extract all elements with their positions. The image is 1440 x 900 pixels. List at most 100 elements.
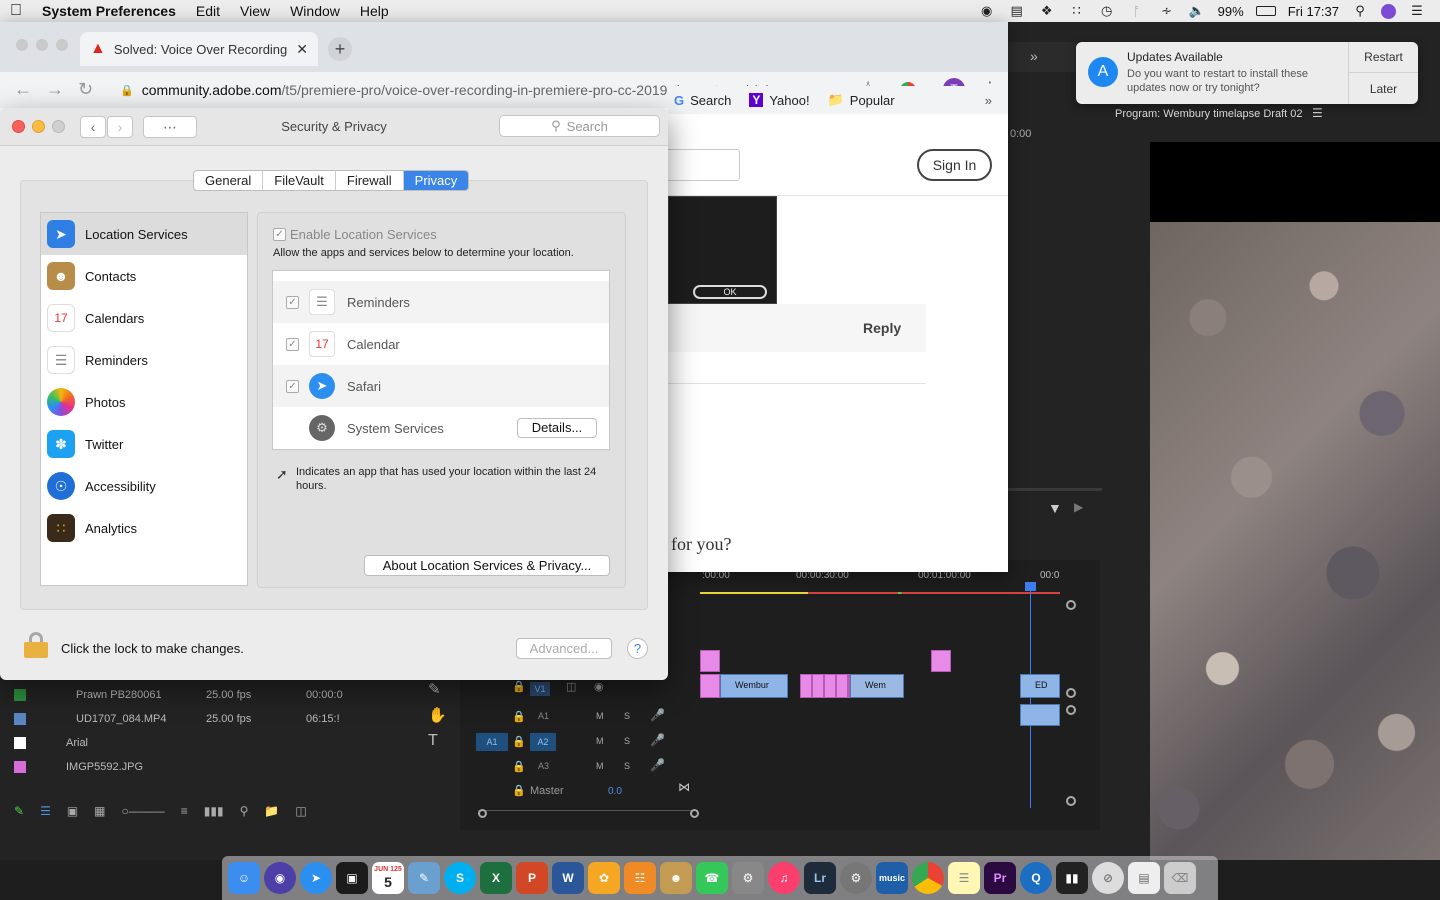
facetime-icon[interactable]: ☎ bbox=[696, 862, 728, 894]
tab-privacy[interactable]: Privacy bbox=[403, 171, 469, 190]
timeline-clip[interactable] bbox=[700, 674, 720, 698]
piano-icon[interactable]: ▮▮ bbox=[1056, 862, 1088, 894]
lock-icon[interactable]: 🔒 bbox=[512, 680, 526, 693]
project-item[interactable]: Arial bbox=[14, 732, 394, 754]
find-icon[interactable]: ⚲ bbox=[240, 804, 249, 824]
timeline-clip-wem[interactable]: Wem bbox=[850, 674, 904, 698]
timeline-zoom-bar[interactable] bbox=[478, 810, 698, 818]
scroll-handle[interactable] bbox=[1066, 796, 1076, 806]
timeline-clip-wembury[interactable]: Wembur bbox=[720, 674, 788, 698]
service-reminders[interactable]: ☰ Reminders bbox=[41, 339, 247, 381]
solo-a2[interactable]: S bbox=[624, 736, 630, 746]
mute-a2[interactable]: M bbox=[596, 736, 604, 746]
close-button[interactable] bbox=[16, 39, 28, 51]
app-checkbox[interactable]: ✓ bbox=[286, 337, 299, 351]
automate-icon[interactable]: ▮▮▮ bbox=[204, 804, 224, 824]
master-go-icon[interactable]: ⋈ bbox=[678, 780, 690, 794]
zoom-slider[interactable]: ○――― bbox=[122, 804, 165, 824]
app-row-calendar[interactable]: ✓ 17 Calendar bbox=[273, 323, 609, 365]
app-checkbox[interactable]: ✓ bbox=[286, 295, 299, 309]
app-row-system-services[interactable]: ⚙ System Services Details... bbox=[273, 407, 609, 449]
bookmark-yahoo[interactable]: Yahoo! bbox=[769, 93, 809, 108]
advanced-button[interactable]: Advanced... bbox=[516, 638, 612, 659]
new-item-icon[interactable]: ◫ bbox=[295, 804, 306, 824]
sort-icon[interactable]: ≡ bbox=[181, 804, 188, 824]
browser-tab[interactable]: ▲ Solved: Voice Over Recording I ✕ bbox=[80, 32, 318, 66]
lock-icon[interactable] bbox=[24, 632, 48, 658]
finder-icon[interactable]: ☺ bbox=[228, 862, 260, 894]
new-bin-icon[interactable]: 📁 bbox=[264, 804, 279, 824]
apple-icon[interactable]:  bbox=[0, 2, 32, 20]
spotlight-icon[interactable]: ⚲ bbox=[1351, 3, 1369, 18]
notification-center-icon[interactable]: ☰ bbox=[1408, 3, 1426, 18]
mic-icon[interactable]: 🎤 bbox=[650, 758, 665, 772]
timeline-clip-ed[interactable]: ED bbox=[1020, 674, 1060, 698]
filter-icon[interactable]: ▼ bbox=[1048, 500, 1062, 516]
bluetooth-icon[interactable]: ᚩ bbox=[1128, 4, 1146, 19]
bookmark-popular[interactable]: Popular bbox=[850, 93, 895, 108]
zoom-handle[interactable] bbox=[478, 809, 487, 818]
battery-icon[interactable] bbox=[1255, 6, 1276, 16]
menu-view[interactable]: View bbox=[230, 3, 280, 19]
tab-general[interactable]: General bbox=[194, 171, 264, 190]
siri-icon[interactable]: ◉ bbox=[264, 862, 296, 894]
track-a2[interactable]: A2 bbox=[530, 733, 556, 751]
grid-icon[interactable]: ∷ bbox=[1068, 3, 1086, 18]
forward-icon[interactable]: → bbox=[46, 79, 64, 100]
tab-close-icon[interactable]: ✕ bbox=[296, 41, 308, 58]
freeform-view-icon[interactable]: ▦ bbox=[94, 804, 105, 824]
program-menu-icon[interactable]: ☰ bbox=[1312, 106, 1323, 120]
solo-a3[interactable]: S bbox=[624, 761, 630, 771]
lock-icon[interactable]: 🔒 bbox=[512, 735, 526, 748]
back-icon[interactable]: ← bbox=[14, 79, 32, 100]
icon-view-icon[interactable]: ▣ bbox=[67, 804, 78, 824]
service-photos[interactable]: Photos bbox=[41, 381, 247, 423]
books-icon[interactable]: ☷ bbox=[624, 862, 656, 894]
lock-icon[interactable]: 🔒 bbox=[512, 710, 526, 723]
snap-icon[interactable]: ▶ bbox=[1074, 500, 1083, 514]
system-preferences-icon[interactable]: ⚙ bbox=[840, 862, 872, 894]
bookmark-search[interactable]: Search bbox=[690, 93, 731, 108]
solo-a1[interactable]: S bbox=[624, 711, 630, 721]
wifi-icon[interactable]: ∻ bbox=[1158, 3, 1176, 18]
safari-icon[interactable]: ➤ bbox=[300, 862, 332, 894]
reload-icon[interactable]: ↻ bbox=[78, 79, 93, 100]
help-button[interactable]: ? bbox=[627, 638, 648, 659]
quicktime-icon[interactable]: Q bbox=[1020, 862, 1052, 894]
playhead-handle[interactable] bbox=[1025, 582, 1036, 591]
service-contacts[interactable]: ☻ Contacts bbox=[41, 255, 247, 297]
mic-icon[interactable]: 🎤 bbox=[650, 733, 665, 747]
project-item[interactable]: IMGP5592.JPG bbox=[14, 756, 394, 778]
timeline-clip[interactable] bbox=[931, 650, 951, 672]
service-calendars[interactable]: 17 Calendars bbox=[41, 297, 247, 339]
zoom-button[interactable] bbox=[56, 39, 68, 51]
mute-a3[interactable]: M bbox=[596, 761, 604, 771]
premiere-icon[interactable]: Pr bbox=[984, 862, 1016, 894]
mission-control-icon[interactable]: ▣ bbox=[336, 862, 368, 894]
track-a3[interactable]: A3 bbox=[538, 761, 549, 771]
program-monitor-label[interactable]: Program: Wembury timelapse Draft 02 bbox=[1115, 108, 1302, 120]
contacts-icon[interactable]: ☻ bbox=[660, 862, 692, 894]
lock-icon[interactable]: 🔒 bbox=[512, 760, 526, 773]
reply-link[interactable]: Reply bbox=[863, 320, 901, 336]
hand-tool-icon[interactable]: ✋ bbox=[428, 706, 447, 724]
new-tab-button[interactable]: + bbox=[328, 37, 352, 61]
service-twitter[interactable]: ✽ Twitter bbox=[41, 423, 247, 465]
pencil-icon[interactable]: ✎ bbox=[14, 804, 24, 824]
dropbox-icon[interactable]: ❖ bbox=[1038, 3, 1056, 18]
app-row-safari[interactable]: ✓ ➤ Safari bbox=[273, 365, 609, 407]
app-row-reminders[interactable]: ✓ ☰ Reminders bbox=[273, 281, 609, 323]
bookmarks-overflow-icon[interactable]: » bbox=[985, 93, 992, 108]
master-value[interactable]: 0.0 bbox=[608, 786, 622, 797]
calendar-icon[interactable]: JUN 125 5 bbox=[372, 862, 404, 894]
pen-tool-icon[interactable]: ✎ bbox=[428, 680, 441, 698]
minimize-button[interactable] bbox=[36, 39, 48, 51]
chrome-icon[interactable] bbox=[912, 862, 944, 894]
volume-icon[interactable]: 🔈 bbox=[1188, 3, 1206, 18]
powerpoint-icon[interactable]: P bbox=[516, 862, 548, 894]
panel-overflow-icon[interactable]: » bbox=[1030, 48, 1038, 64]
app-checkbox[interactable]: ✓ bbox=[286, 379, 299, 393]
enable-location-checkbox[interactable]: ✓ bbox=[273, 228, 286, 241]
menu-window[interactable]: Window bbox=[280, 3, 350, 19]
lightroom-icon[interactable]: Lr bbox=[804, 862, 836, 894]
